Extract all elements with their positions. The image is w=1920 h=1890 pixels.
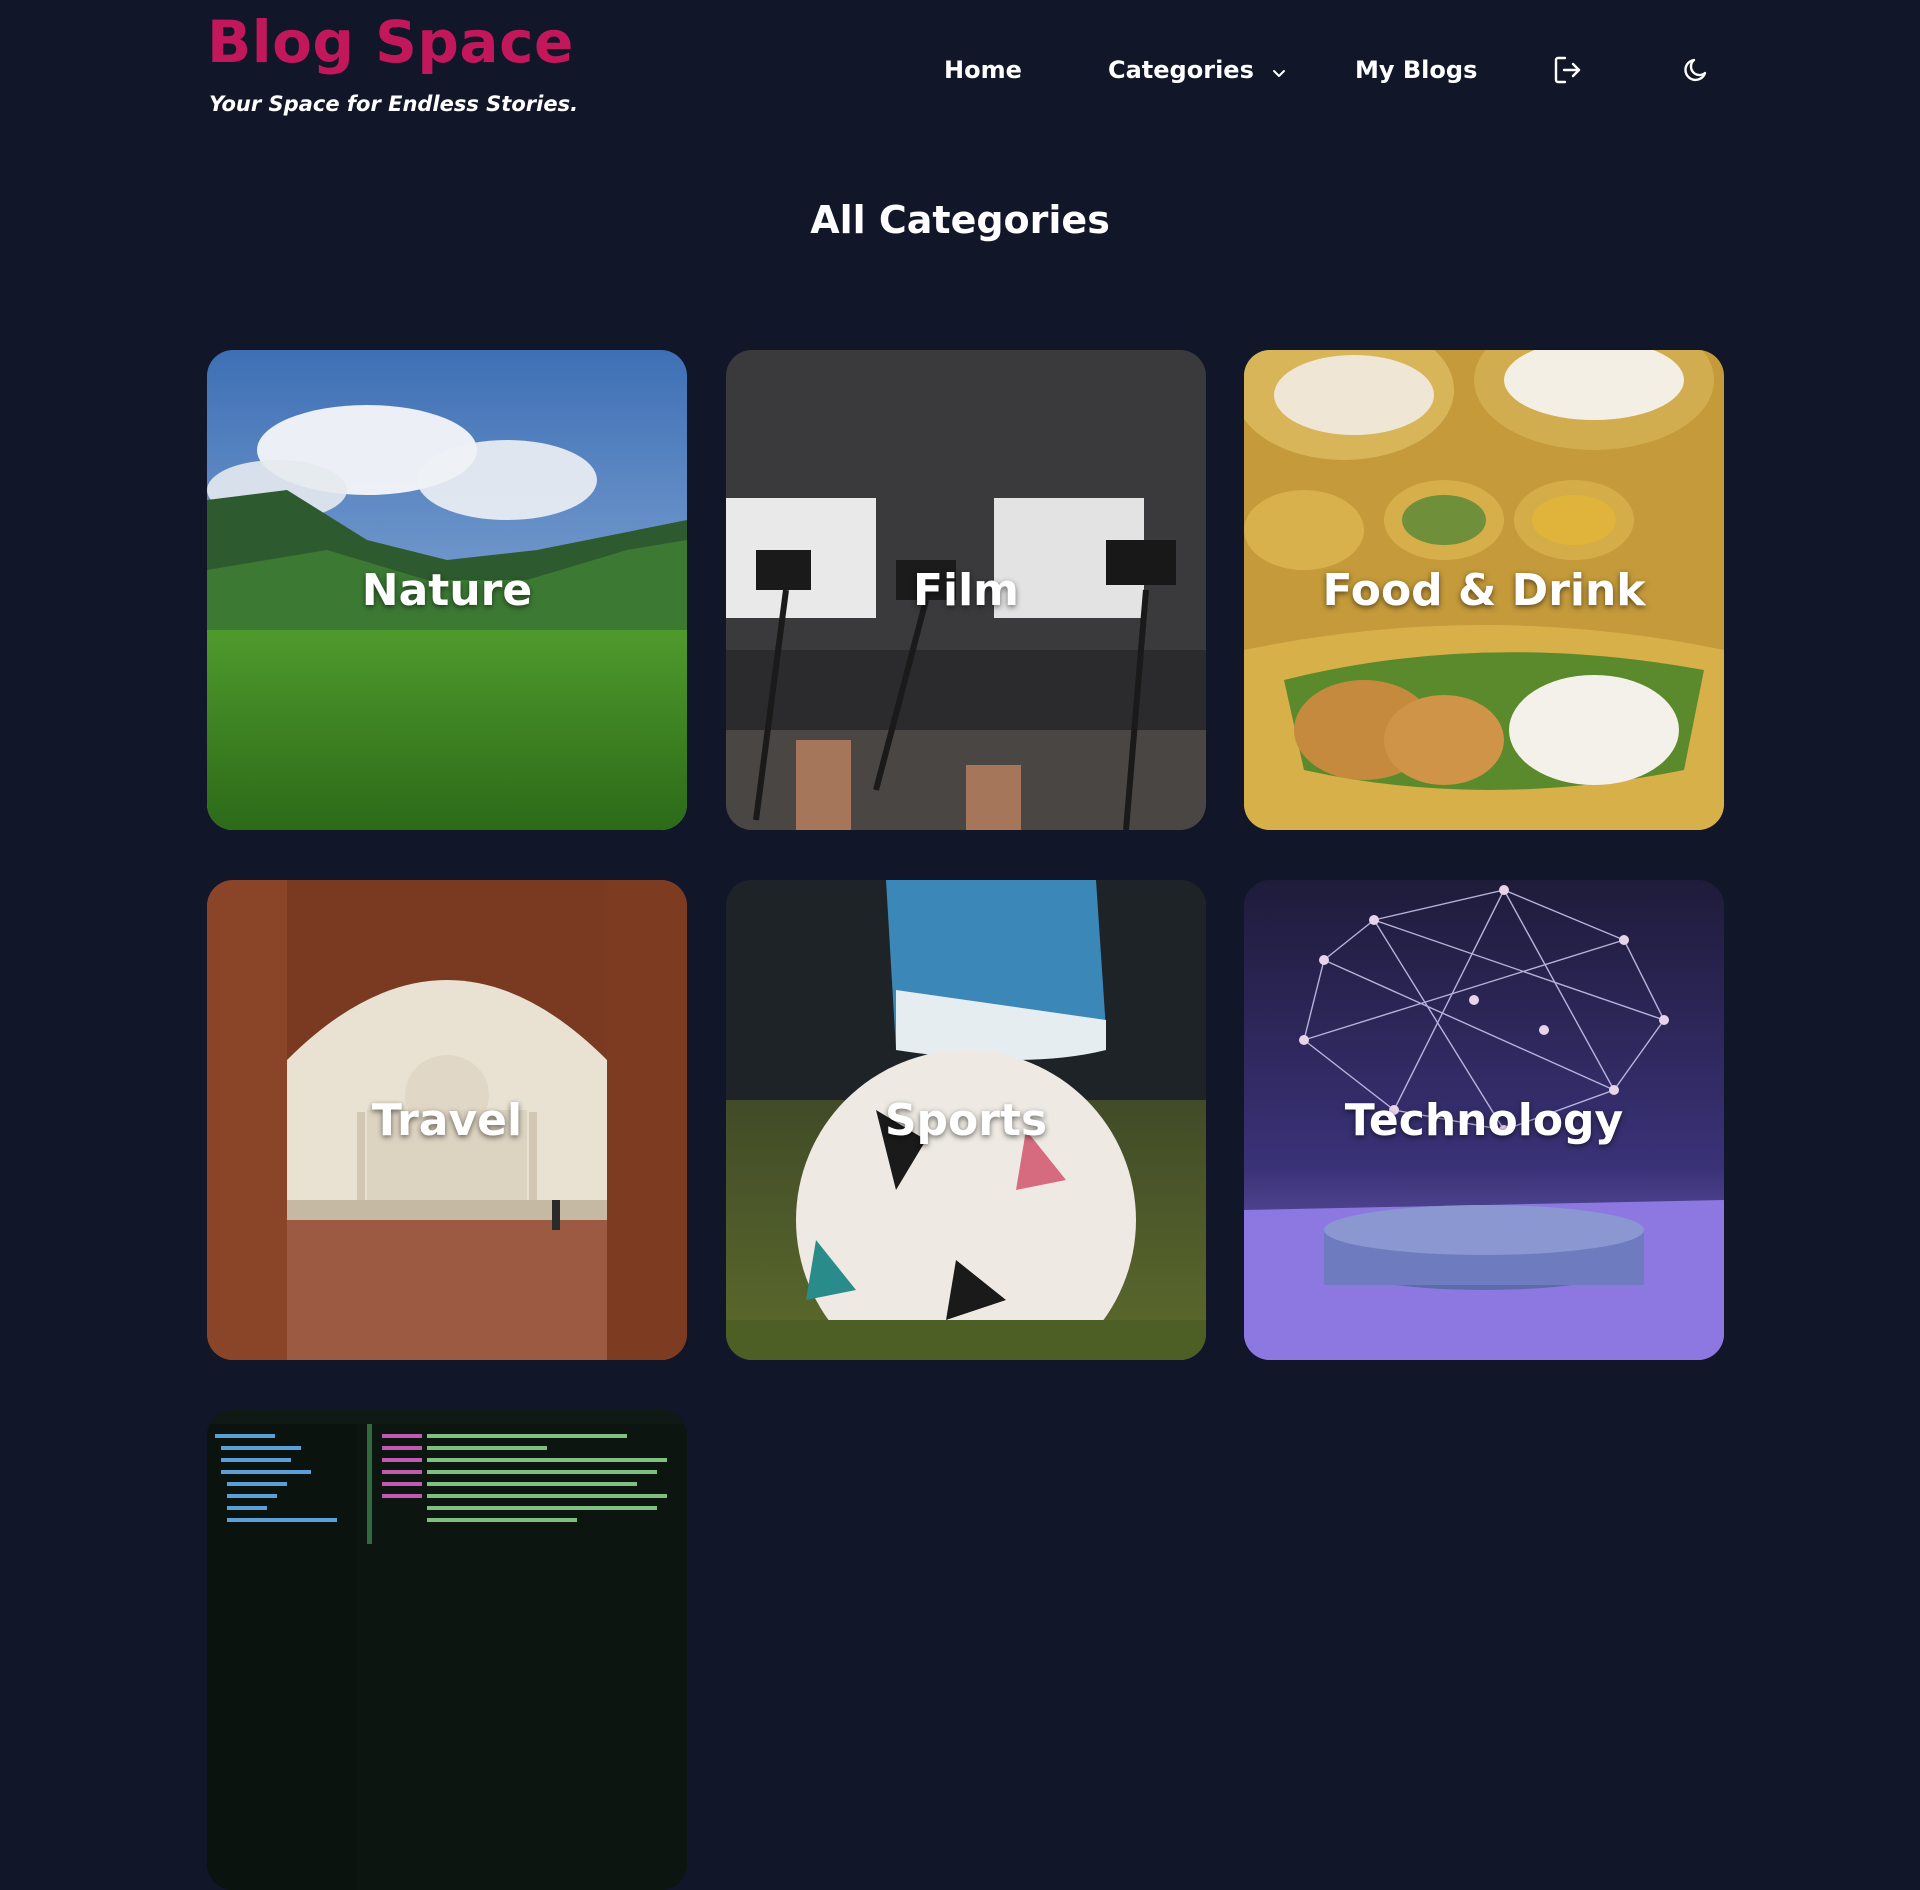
- category-card-sports[interactable]: Sports: [726, 880, 1206, 1360]
- moon-icon: [1684, 58, 1707, 82]
- category-label: Nature: [361, 564, 533, 616]
- nav-home-label: Home: [944, 56, 1022, 84]
- logout-icon: [1554, 56, 1581, 84]
- category-card-film[interactable]: Film: [726, 350, 1206, 830]
- nav-my-blogs-link[interactable]: My Blogs: [1355, 52, 1477, 88]
- nav-categories-dropdown[interactable]: Categories: [1108, 52, 1286, 89]
- nav-my-blogs-label: My Blogs: [1355, 56, 1478, 84]
- logout-button[interactable]: [1552, 54, 1584, 86]
- category-card-technology[interactable]: Technology: [1244, 880, 1724, 1360]
- category-label: Technology: [1344, 1094, 1624, 1146]
- page-title: All Categories: [810, 198, 1110, 242]
- nav-categories-label: Categories: [1108, 56, 1254, 84]
- category-card-food-drink[interactable]: Food & Drink: [1244, 350, 1724, 830]
- category-label: Sports: [884, 1094, 1048, 1146]
- chevron-down-icon: [1272, 53, 1286, 89]
- category-card-code[interactable]: [207, 1410, 687, 1890]
- header: Blog Space Your Space for Endless Storie…: [0, 0, 1920, 150]
- category-card-travel[interactable]: Travel: [207, 880, 687, 1360]
- nav-home-link[interactable]: Home: [944, 52, 1022, 88]
- category-label: Film: [912, 564, 1020, 616]
- code-editor-image: [207, 1410, 687, 1890]
- site-tagline: Your Space for Endless Stories.: [209, 92, 579, 116]
- category-card-nature[interactable]: Nature: [207, 350, 687, 830]
- category-label: Travel: [371, 1094, 523, 1146]
- category-label: Food & Drink: [1322, 564, 1646, 616]
- theme-toggle-button[interactable]: [1681, 54, 1713, 86]
- main-nav: Home Categories My Blogs: [0, 52, 1920, 92]
